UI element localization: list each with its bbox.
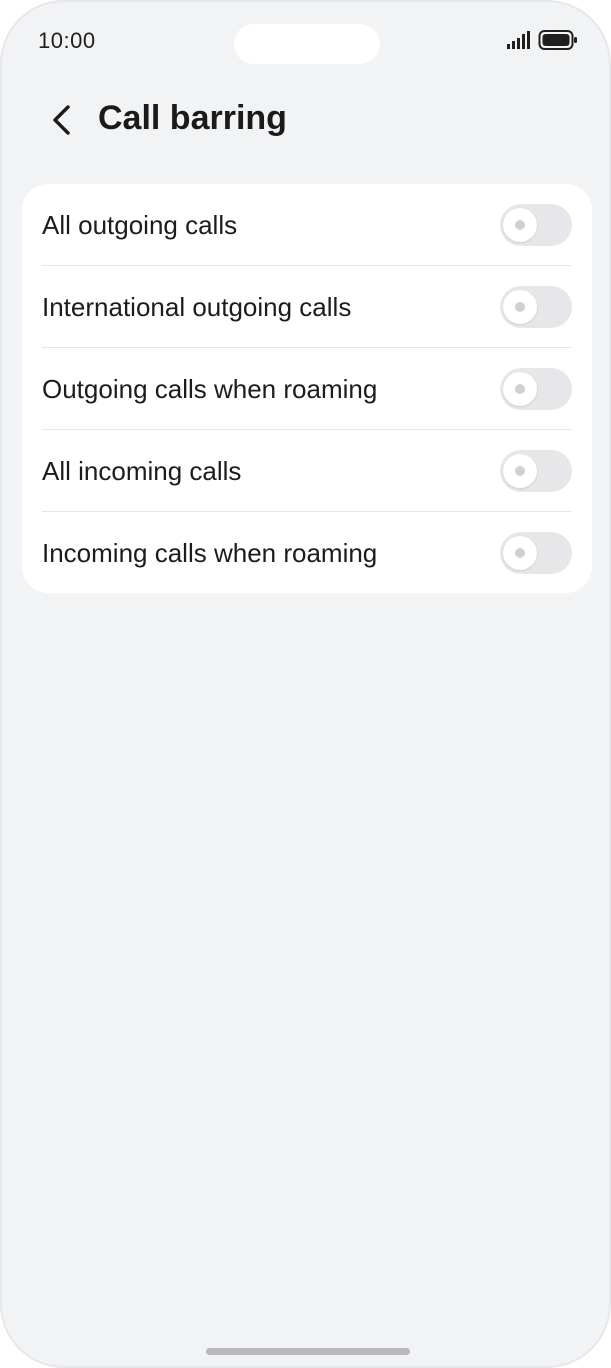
settings-card: All outgoing calls International outgoin… [22, 184, 592, 593]
toggle-switch-all-incoming[interactable] [500, 450, 572, 492]
toggle-knob [503, 372, 537, 406]
page-title: Call barring [98, 99, 287, 137]
chevron-left-icon [53, 105, 70, 135]
status-bar: 10:00 [2, 2, 609, 82]
back-button[interactable] [38, 96, 86, 144]
setting-label: Incoming calls when roaming [42, 537, 378, 568]
setting-label: All outgoing calls [42, 209, 238, 240]
setting-label: Outgoing calls when roaming [42, 373, 378, 404]
toggle-knob [503, 454, 537, 488]
toggle-off-dot-icon [515, 220, 525, 230]
setting-row-outgoing-roaming[interactable]: Outgoing calls when roaming [42, 348, 572, 430]
toggle-switch-international-outgoing[interactable] [500, 286, 572, 328]
camera-notch [234, 24, 380, 64]
toggle-knob [503, 290, 537, 324]
battery-full-icon [538, 30, 577, 50]
status-time: 10:00 [38, 28, 96, 53]
toggle-switch-all-outgoing[interactable] [500, 204, 572, 246]
setting-label: International outgoing calls [42, 291, 352, 322]
setting-row-international-outgoing[interactable]: International outgoing calls [42, 266, 572, 348]
toggle-knob [503, 208, 537, 242]
phone-screen: 10:00 Call barring All outgoing calls In… [0, 0, 611, 1368]
toggle-off-dot-icon [515, 302, 525, 312]
setting-row-all-incoming[interactable]: All incoming calls [42, 430, 572, 512]
toggle-off-dot-icon [515, 548, 525, 558]
setting-row-all-outgoing[interactable]: All outgoing calls [42, 184, 572, 266]
toggle-knob [503, 536, 537, 570]
toggle-off-dot-icon [515, 384, 525, 394]
app-header: Call barring [2, 86, 609, 150]
cellular-signal-icon [507, 31, 530, 49]
home-indicator[interactable] [206, 1348, 410, 1355]
toggle-switch-outgoing-roaming[interactable] [500, 368, 572, 410]
toggle-switch-incoming-roaming[interactable] [500, 532, 572, 574]
toggle-off-dot-icon [515, 466, 525, 476]
setting-row-incoming-roaming[interactable]: Incoming calls when roaming [42, 512, 572, 594]
setting-label: All incoming calls [42, 455, 242, 486]
